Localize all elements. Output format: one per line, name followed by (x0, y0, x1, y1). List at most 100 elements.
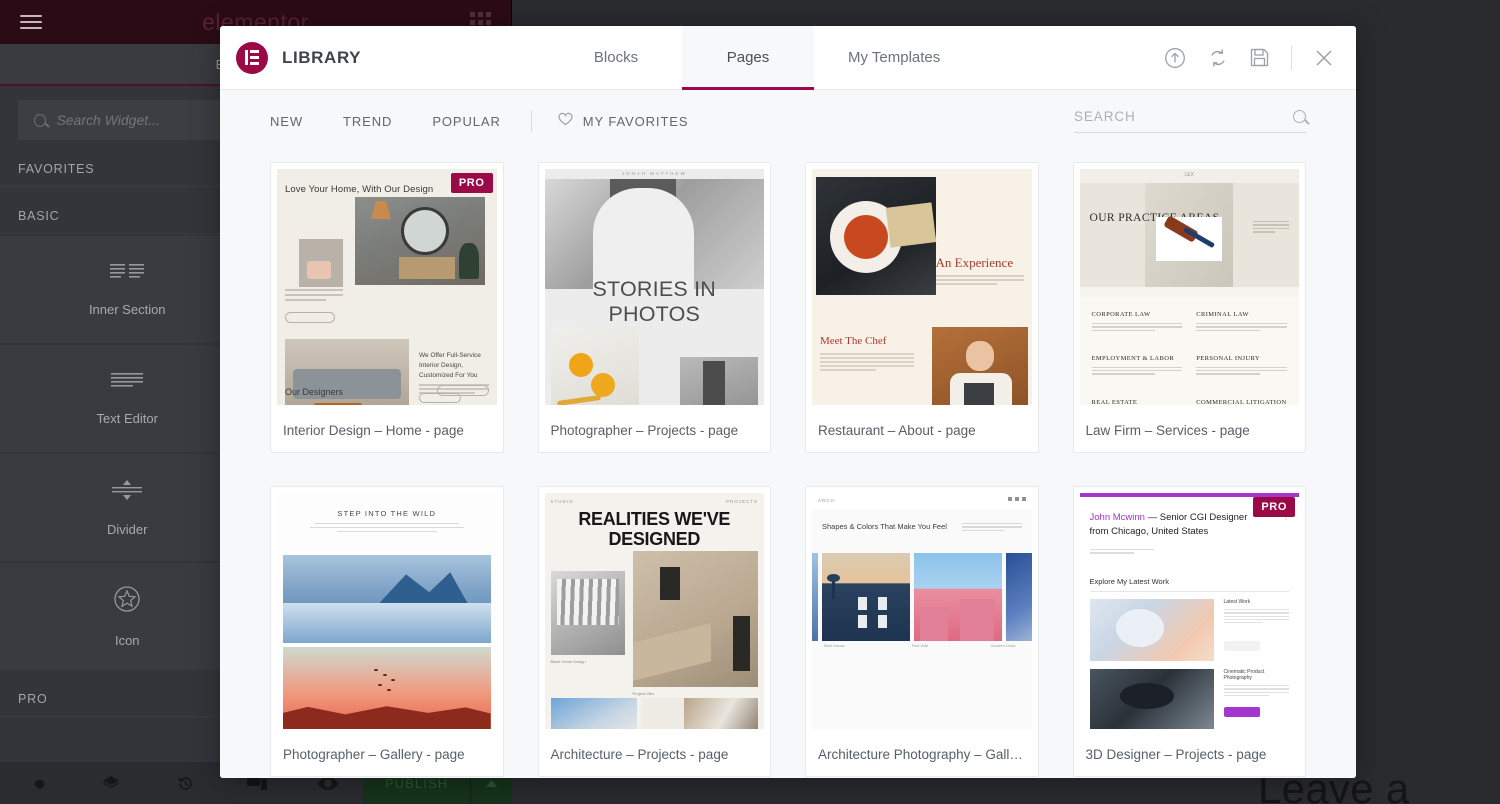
template-title: 3D Designer – Projects - page (1085, 747, 1267, 762)
preview-kicker: JONAH MATTHEW (621, 171, 687, 176)
template-thumbnail[interactable]: JONAH MATTHEW STORIES IN PHOTOS Fruit & … (538, 163, 770, 411)
template-title: Architecture Photography – Gallery ... (818, 747, 1038, 762)
modal-toolbar: NEW TREND POPULAR MY FAVORITES (220, 90, 1356, 152)
modal-header: LIBRARY Blocks Pages My Templates (220, 26, 1356, 90)
history-icon[interactable] (148, 762, 222, 804)
preview-heading: An Experience (935, 255, 1014, 270)
widget-divider[interactable]: Divider (0, 454, 255, 561)
preview-item: REAL ESTATE (1091, 398, 1138, 405)
template-title: Photographer – Gallery - page (283, 747, 465, 762)
template-card[interactable]: STEP INTO THE WILD Photographer – Galler… (270, 486, 504, 777)
preview-art-architecture-projects: STUDIO PROJECTS REALITIES WE'VE DESIGNED… (544, 493, 764, 729)
widget-label: Icon (114, 632, 140, 648)
tab-label: My Templates (848, 49, 941, 66)
template-thumbnail[interactable]: STEP INTO THE WILD (271, 487, 503, 735)
search-icon (34, 113, 47, 127)
tab-pages[interactable]: Pages (682, 26, 814, 90)
preview-art-architecture-photography: ARCH Shapes & Colors That Make You Feel (812, 493, 1032, 729)
preview-section-text: Explore My Latest Work (1089, 577, 1169, 586)
tab-blocks[interactable]: Blocks (550, 26, 682, 89)
preview-art-law-firm: LEX OUR PRACTICE AREAS CORPORATE LAW CRI… (1079, 169, 1299, 405)
star-icon (114, 585, 140, 617)
preview-art-3d-designer: ⋮ John Mcwinn — Senior CGI Designer from… (1079, 493, 1299, 729)
modal-brand: LIBRARY (220, 26, 550, 89)
template-title: Restaurant – About - page (818, 423, 976, 438)
save-icon[interactable] (1250, 48, 1269, 67)
filter-new[interactable]: NEW (270, 114, 323, 129)
text-editor-icon (111, 372, 144, 395)
preview-item: CORPORATE LAW (1091, 311, 1151, 318)
preview-section-text: We Offer Full-Service Interior Design, C… (419, 352, 481, 379)
preview-section-text: Meet The Chef (820, 335, 887, 347)
tab-label: Blocks (593, 49, 639, 66)
library-search-box[interactable] (1074, 109, 1306, 133)
filter-group: NEW TREND POPULAR MY FAVORITES (270, 110, 688, 132)
modal-tabs: Blocks Pages My Templates (550, 26, 1164, 90)
template-title: Law Firm – Services - page (1085, 423, 1250, 438)
widget-label: Divider (107, 521, 148, 537)
inner-section-icon (110, 263, 145, 286)
template-thumbnail[interactable]: PRO ⋮ John Mcwinn — Senior CGI Designer … (1073, 487, 1305, 735)
preview-heading: Love Your Home, With Our Design (285, 184, 434, 195)
tab-label: Pages (726, 49, 770, 66)
template-title: Interior Design – Home - page (283, 423, 464, 438)
preview-item: EMPLOYMENT & LABOR (1091, 354, 1175, 362)
preview-item: PERSONAL INJURY (1196, 354, 1260, 362)
filter-my-favorites[interactable]: MY FAVORITES (542, 112, 689, 130)
template-card[interactable]: LEX OUR PRACTICE AREAS CORPORATE LAW CRI… (1072, 162, 1306, 453)
template-thumbnail[interactable]: ARCH Shapes & Colors That Make You Feel (806, 487, 1038, 735)
modal-title: LIBRARY (282, 47, 362, 67)
widget-icon[interactable]: Icon (0, 563, 255, 670)
template-card[interactable]: STUDIO PROJECTS REALITIES WE'VE DESIGNED… (537, 486, 771, 777)
elementor-logo-icon (236, 41, 268, 74)
filter-trend[interactable]: TREND (323, 114, 412, 129)
divider-icon (112, 479, 143, 506)
preview-heading: STEP INTO THE WILD (337, 509, 437, 518)
preview-heading: REALITIES WE'VE DESIGNED (578, 509, 731, 550)
preview-heading: STORIES IN PHOTOS (592, 277, 716, 326)
template-thumbnail[interactable]: PRO Love Your Home, With Our Design We O… (271, 163, 503, 411)
template-card[interactable]: PRO Love Your Home, With Our Design We O… (270, 162, 504, 453)
preview-art-photographer-gallery: STEP INTO THE WILD (277, 493, 497, 729)
widget-text-editor[interactable]: Text Editor (0, 345, 255, 452)
templates-scroll-area[interactable]: PRO Love Your Home, With Our Design We O… (220, 152, 1356, 778)
preview-kicker-right: PROJECTS (725, 499, 758, 504)
template-card[interactable]: An Experience Meet The Chef Restaurant –… (805, 162, 1039, 453)
template-library-modal: LIBRARY Blocks Pages My Templates NEW TR… (220, 26, 1356, 778)
gear-icon[interactable] (0, 762, 74, 804)
pro-badge: PRO (450, 173, 493, 193)
template-card[interactable]: PRO ⋮ John Mcwinn — Senior CGI Designer … (1072, 486, 1306, 777)
filter-divider (530, 110, 532, 132)
layers-icon[interactable] (74, 762, 148, 804)
close-icon[interactable] (1314, 48, 1334, 68)
preview-heading-accent: John Mcwinn (1089, 512, 1145, 523)
modal-actions (1164, 26, 1356, 89)
template-card[interactable]: ARCH Shapes & Colors That Make You Feel (805, 486, 1039, 777)
library-search-input[interactable] (1074, 109, 1293, 124)
filter-popular[interactable]: POPULAR (412, 114, 520, 129)
preview-heading: Shapes & Colors That Make You Feel (822, 522, 947, 531)
tab-my-templates[interactable]: My Templates (814, 26, 974, 89)
search-icon (1293, 110, 1306, 123)
heart-icon (558, 112, 573, 130)
template-thumbnail[interactable]: STUDIO PROJECTS REALITIES WE'VE DESIGNED… (538, 487, 770, 735)
preview-footer-text: Our Designers (285, 387, 344, 397)
template-title: Architecture – Projects - page (550, 747, 729, 762)
hamburger-icon[interactable] (20, 11, 42, 33)
upload-icon[interactable] (1164, 47, 1186, 69)
my-favorites-label: MY FAVORITES (582, 113, 689, 129)
template-thumbnail[interactable]: LEX OUR PRACTICE AREAS CORPORATE LAW CRI… (1073, 163, 1305, 411)
pro-badge: PRO (1253, 497, 1295, 517)
template-title: Photographer – Projects - page (550, 423, 739, 438)
widget-inner-section[interactable]: Inner Section (0, 236, 255, 343)
widget-label: Inner Section (88, 301, 166, 317)
templates-grid: PRO Love Your Home, With Our Design We O… (270, 162, 1306, 777)
template-card[interactable]: JONAH MATTHEW STORIES IN PHOTOS Fruit & … (537, 162, 771, 453)
sync-icon[interactable] (1208, 47, 1228, 69)
preview-kicker: STUDIO (550, 499, 574, 504)
template-thumbnail[interactable]: An Experience Meet The Chef (806, 163, 1038, 411)
preview-art-interior-design: Love Your Home, With Our Design We Offer… (277, 169, 497, 405)
actions-divider (1291, 45, 1292, 70)
preview-art-restaurant-about: An Experience Meet The Chef (812, 169, 1032, 405)
preview-art-photographer-projects: JONAH MATTHEW STORIES IN PHOTOS Fruit & … (544, 169, 764, 405)
